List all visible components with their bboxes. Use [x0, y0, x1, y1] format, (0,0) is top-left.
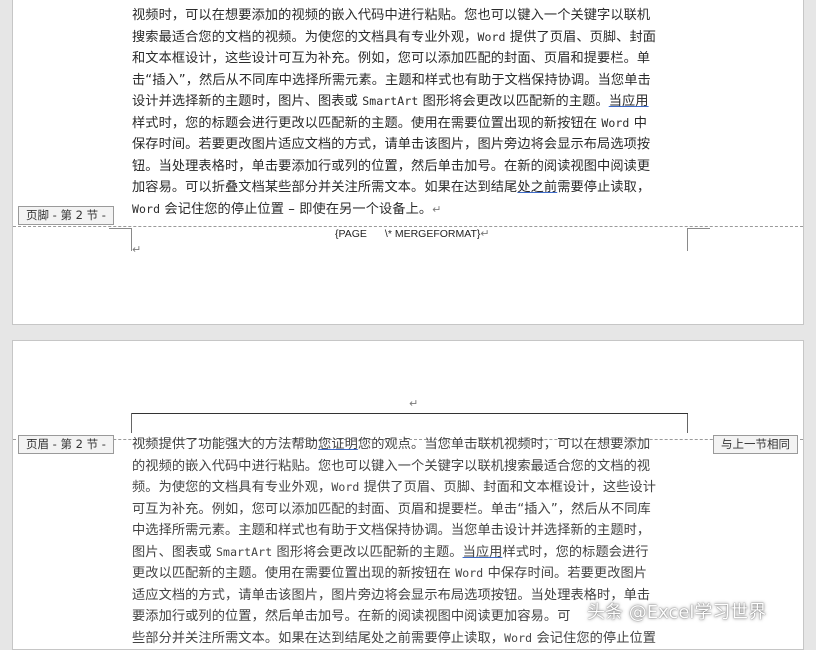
text-run: 的视频的嵌入代码中进行粘贴。您也可以键入一个关键字以联机搜索最适合您的文档的视 — [132, 458, 651, 474]
text-run-latin: Word — [477, 29, 506, 44]
text-run: 中 — [629, 115, 648, 131]
text-run: 提供了页眉、页脚、封面和文本框设计，这些设计 — [359, 480, 657, 495]
header-left-border — [131, 413, 132, 433]
text-line: 设计并选择新的主题时，图片、图表或 SmartArt 图形将会更改以匹配新的主题… — [132, 91, 692, 113]
text-line: 保存时间。若要更改图片适应文档的方式，请单击该图片，图片旁边将会显示布局选项按 — [132, 134, 692, 156]
text-line: 视频时，可以在想要添加的视频的嵌入代码中进行粘贴。您也可以键入一个关键字以联机 — [132, 5, 692, 27]
text-run-latin: Word — [601, 115, 630, 130]
text-line: 和文本框设计，这些设计可互为补充。例如，您可以添加匹配的封面、页眉和提要栏。单 — [132, 48, 692, 70]
text-line: 可互为补充。例如，您可以添加匹配的封面、页眉和提要栏。单击“插入”，然后从不同库 — [132, 499, 692, 521]
text-run: 会记住您的停止位置 – 即使在另一个设备上。 — [160, 201, 433, 217]
header-bottom-rule — [132, 413, 688, 414]
watermark-text: 头条 @Excel学习世界 — [587, 602, 767, 623]
text-run-latin: Word — [504, 630, 533, 645]
text-line: 搜索最适合您的文档的视频。为使您的文档具有专业外观，Word 提供了页眉、页脚、… — [132, 27, 692, 49]
footer-right-margin-corner — [687, 228, 710, 251]
footer-left-margin-corner — [109, 228, 132, 251]
text-run: 些部分并关注所需文本。如果在达到结尾处之前需要停止读取， — [132, 630, 505, 646]
text-run: 频。为使您的文档具有专业外观， — [132, 480, 332, 495]
text-line: 更改以匹配新的主题。使用在需要位置出现的新按钮在 Word 中保存时间。若要更改… — [132, 563, 692, 585]
text-line: 加容易。可以折叠文档某些部分并关注所需文本。如果在达到结尾处之前需要停止读取， — [132, 177, 692, 199]
text-run: 样式时，您的标题会进行 — [502, 544, 649, 560]
text-line: Word 会记住您的停止位置 – 即使在另一个设备上。↵ — [132, 199, 692, 221]
text-run: 和文本框设计，这些设计可互为补充。例如，您可以添加匹配的封面、页眉和提要栏。单 — [132, 51, 651, 66]
grammar-underlined-text: 处之前 — [517, 180, 558, 195]
text-line: 样式时，您的标题会进行更改以匹配新的主题。使用在需要位置出现的新按钮在 Word… — [132, 113, 692, 135]
text-run: 设计并选择新的主题时，图片、图表或 — [132, 94, 363, 109]
text-run: 会记住您的停止位置 — [532, 630, 657, 646]
text-line: 频。为使您的文档具有专业外观，Word 提供了页眉、页脚、封面和文本框设计，这些… — [132, 477, 692, 499]
text-run-latin: Word — [455, 566, 484, 580]
text-line: 中选择所需元素。主题和样式也有助于文档保持协调。当您单击设计并选择新的主题时， — [132, 520, 692, 542]
text-run: 您的观点。当您单击联机视频时，可以在想要添加 — [357, 437, 651, 452]
text-run: 图片、图表或 — [132, 544, 217, 560]
header-paragraph-mark: ↵ — [409, 397, 419, 410]
footer-section-tag[interactable]: 页脚 - 第 2 节 - — [18, 206, 114, 225]
text-line: 的视频的嵌入代码中进行粘贴。您也可以键入一个关键字以联机搜索最适合您的文档的视 — [132, 456, 692, 478]
document-page-1[interactable]: 视频时，可以在想要添加的视频的嵌入代码中进行粘贴。您也可以键入一个关键字以联机搜… — [12, 0, 804, 325]
text-run: 保存时间。若要更改图片适应文档的方式，请单击该图片，图片旁边将会显示布局选项按 — [132, 137, 651, 152]
text-run-latin: SmartArt — [362, 94, 419, 108]
link-to-previous-tag[interactable]: 与上一节相同 — [713, 435, 798, 454]
text-run: 适应文档的方式，请单击该图片，图片旁边将会显示布局选项按钮。当处理表格时，单击 — [132, 587, 651, 603]
text-run: 可互为补充。例如，您可以添加匹配的封面、页眉和提要栏。单击“插入”，然后从不同库 — [132, 501, 651, 517]
field-code-mergeformat: \* MERGEFORMAT} — [384, 228, 481, 240]
header-section-tag[interactable]: 页眉 - 第 2 节 - — [18, 435, 114, 454]
text-run: 要添加行或列的位置，然后单击加号。在新的阅读视图中阅读更加容易。可 — [132, 609, 571, 624]
text-run: 图形将会更改以匹配新的主题。 — [272, 544, 463, 560]
text-run: 视频时，可以在想要添加的视频的嵌入代码中进行粘贴。您也可以键入一个关键字以联机 — [132, 8, 651, 23]
text-run: 中选择所需元素。主题和样式也有助于文档保持协调。当您单击设计并选择新的主题时， — [132, 523, 651, 538]
footer-paragraph-mark: ↵ — [132, 243, 142, 256]
text-run: 钮。当处理表格时，单击要添加行或列的位置，然后单击加号。在新的阅读视图中阅读更 — [132, 158, 651, 174]
page-field-code[interactable]: {PAGE \* MERGEFORMAT}↵ — [335, 227, 490, 240]
text-run: 中保存时间。若要更改图片 — [483, 566, 648, 581]
text-run: 需要停止读取， — [557, 180, 651, 195]
text-line: 些部分并关注所需文本。如果在达到结尾处之前需要停止读取，Word 会记住您的停止… — [132, 628, 692, 650]
text-run: 更改以匹配新的主题。使用在需要位置出现的新按钮在 — [132, 566, 456, 581]
text-run: 搜索最适合您的文档的视频。为使您的文档具有专业外观， — [132, 29, 478, 45]
grammar-underlined-text: 当应用 — [462, 544, 503, 560]
text-run: 视频提供了功能强大的方法帮助 — [132, 437, 319, 452]
grammar-underlined-text: 当应用 — [608, 94, 649, 109]
text-line: 视频提供了功能强大的方法帮助您证明您的观点。当您单击联机视频时，可以在想要添加 — [132, 434, 692, 456]
field-code-page: {PAGE — [335, 228, 367, 240]
page1-body-text[interactable]: 视频时，可以在想要添加的视频的嵌入代码中进行粘贴。您也可以键入一个关键字以联机搜… — [132, 5, 692, 220]
text-line: 图片、图表或 SmartArt 图形将会更改以匹配新的主题。当应用样式时，您的标… — [132, 542, 692, 564]
text-line: 击“插入”，然后从不同库中选择所需元素。主题和样式也有助于文档保持协调。当您单击 — [132, 70, 692, 92]
text-run-latin: Word — [132, 201, 161, 216]
text-run: 加容易。可以折叠文档某些部分并关注所需文本。如果在达到结尾 — [132, 180, 518, 195]
paragraph-mark: ↵ — [432, 202, 442, 216]
text-run-latin: SmartArt — [216, 544, 273, 559]
text-run-latin: Word — [331, 480, 360, 494]
grammar-underlined-text: 您证明 — [318, 437, 358, 452]
paragraph-mark: ↵ — [480, 228, 490, 240]
text-run: 提供了页眉、页脚、封面 — [505, 29, 657, 45]
text-run: 击“插入”，然后从不同库中选择所需元素。主题和样式也有助于文档保持协调。当您单击 — [132, 72, 651, 88]
text-line: 钮。当处理表格时，单击要添加行或列的位置，然后单击加号。在新的阅读视图中阅读更 — [132, 156, 692, 178]
text-run: 样式时，您的标题会进行更改以匹配新的主题。使用在需要位置出现的新按钮在 — [132, 115, 602, 131]
header-right-border — [687, 413, 688, 433]
text-run: 图形将会更改以匹配新的主题。 — [418, 94, 609, 109]
